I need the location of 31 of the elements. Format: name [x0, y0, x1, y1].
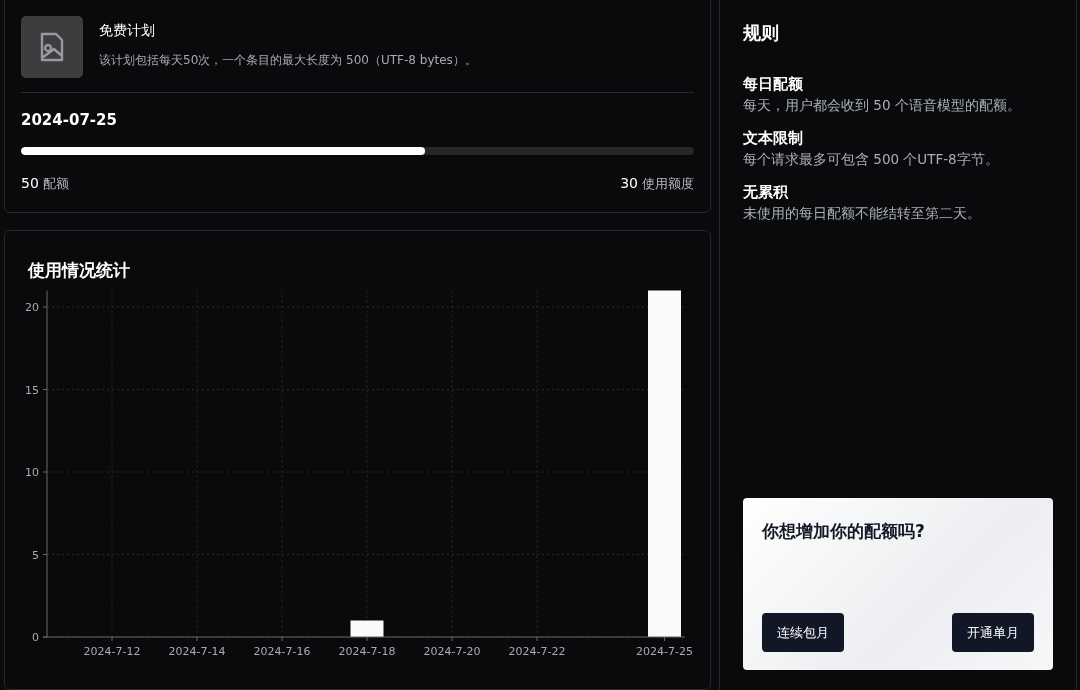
- subscribe-button[interactable]: 连续包月: [762, 613, 844, 652]
- used-value: 30: [620, 175, 638, 191]
- rule-text: 每个请求最多可包含 500 个UTF-8字节。: [743, 151, 1000, 169]
- rule-title: 文本限制: [743, 129, 804, 148]
- x-tick-label: 2024-7-12: [83, 645, 141, 658]
- upsell-title: 你想增加你的配额吗?: [762, 520, 926, 543]
- x-tick-label: 2024-7-25: [636, 645, 693, 658]
- rule-title: 无累积: [743, 183, 789, 202]
- rules-title: 规则: [743, 21, 780, 45]
- rule-text: 未使用的每日配额不能结转至第二天。: [743, 205, 982, 223]
- y-tick-label: 0: [32, 631, 39, 644]
- quota-value: 50: [21, 175, 39, 191]
- plan-description: 该计划包括每天50次，一个条目的最大长度为 500（UTF-8 bytes）。: [99, 52, 477, 69]
- x-tick-label: 2024-7-14: [168, 645, 226, 658]
- y-tick-label: 5: [32, 548, 39, 562]
- plan-name: 免费计划: [99, 22, 156, 40]
- image-icon: [39, 32, 65, 62]
- y-tick-label: 15: [25, 383, 39, 397]
- rule-title: 每日配额: [743, 75, 804, 94]
- date-label: 2024-07-25: [21, 111, 118, 129]
- subscribe-button[interactable]: 开通单月: [952, 613, 1034, 652]
- x-tick-label: 2024-7-22: [508, 645, 566, 658]
- y-tick-label: 10: [25, 466, 39, 479]
- x-tick-label: 2024-7-18: [338, 645, 396, 658]
- y-tick-label: 20: [25, 301, 39, 314]
- x-tick-label: 2024-7-16: [253, 645, 311, 658]
- quota-label: 配额: [42, 176, 69, 191]
- x-tick-label: 2024-7-20: [423, 645, 481, 658]
- rule-text: 每天，用户都会收到 50 个语音模型的配额。: [743, 97, 1022, 115]
- used-label: 使用额度: [642, 176, 694, 191]
- usage-title: 使用情况统计: [27, 259, 131, 282]
